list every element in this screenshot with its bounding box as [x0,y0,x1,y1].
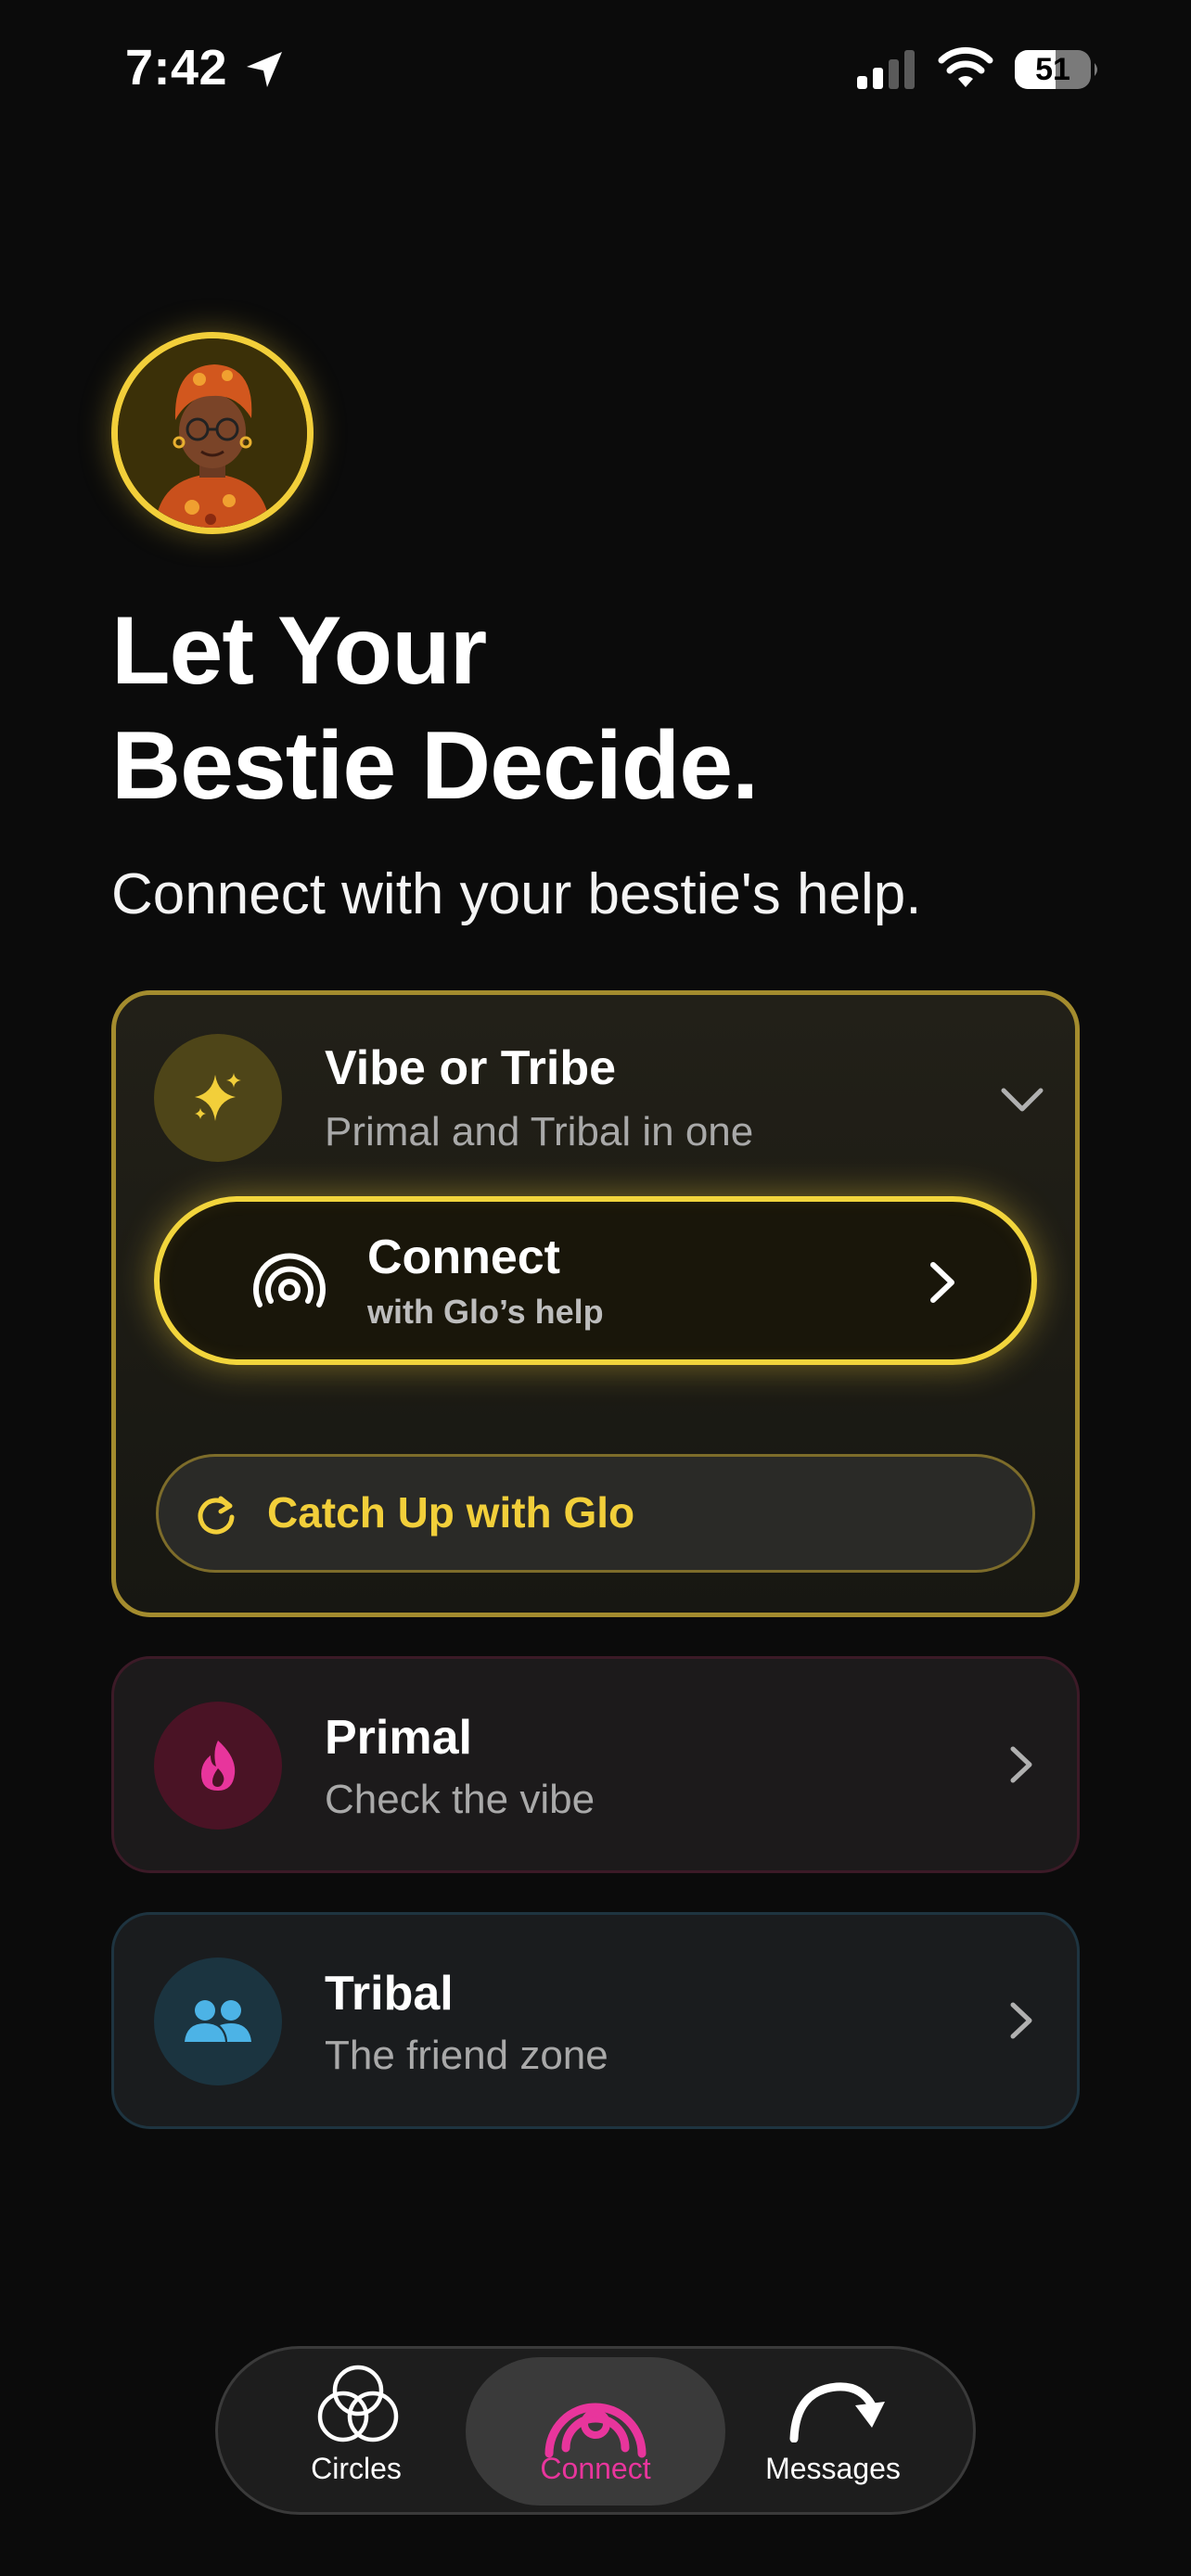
tribal-card-subtitle: The friend zone [325,2033,608,2078]
primal-card-subtitle: Check the vibe [325,1777,596,1822]
chevron-down-icon[interactable] [998,1081,1046,1118]
chevron-right-icon [1010,2002,1032,2039]
status-time: 7:42 [125,40,228,96]
page-title: Let Your Bestie Decide. [111,593,759,823]
tab-circles[interactable]: Circles [263,2452,449,2486]
tab-connect-label: Connect [540,2452,651,2485]
tribal-card-title: Tribal [325,1967,454,2021]
radar-icon [253,1253,326,1307]
connect-button-title: Connect [367,1231,560,1284]
connect-button-subtitle: with Glo’s help [367,1293,604,1331]
page-title-line2: Bestie Decide. [111,712,759,820]
tab-messages[interactable]: Messages [740,2452,926,2486]
circles-icon[interactable] [310,2363,406,2446]
wifi-icon [938,46,993,87]
location-arrow-icon [247,52,282,87]
vibe-icon-badge [154,1034,282,1162]
chevron-right-icon [1010,1746,1032,1783]
forward-arrow-icon[interactable] [787,2374,889,2442]
page-title-line1: Let Your [111,597,487,705]
sparkles-icon [195,1073,241,1121]
chevron-right-icon [930,1262,954,1303]
radar-icon [544,2403,647,2458]
primal-card-title: Primal [325,1711,472,1765]
bestie-avatar[interactable] [111,332,314,534]
page-subtitle: Connect with your bestie's help. [111,862,922,926]
battery-indicator: 51 [1013,46,1102,93]
catch-up-label: Catch Up with Glo [267,1488,635,1537]
battery-level: 51 [1035,52,1070,87]
flame-icon [201,1741,236,1791]
vibe-card-subtitle: Primal and Tribal in one [325,1109,754,1154]
people-icon [185,2000,251,2042]
cellular-signal-icon [857,50,915,89]
refresh-icon [198,1496,235,1535]
vibe-card-title: Vibe or Tribe [325,1041,617,1095]
tribal-icon-badge [154,1958,282,2085]
avatar-illustration [118,338,307,528]
primal-icon-badge [154,1702,282,1830]
